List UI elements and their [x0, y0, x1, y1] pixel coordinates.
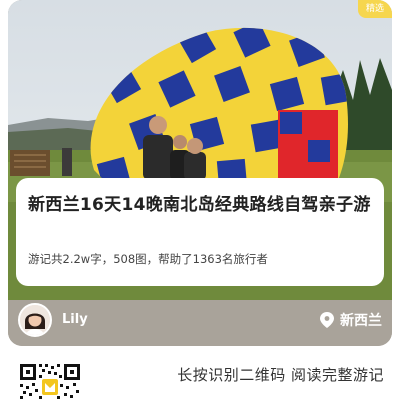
qr-code-icon[interactable]	[18, 362, 82, 400]
author-bar: Lily 新西兰	[8, 300, 392, 346]
location-tag[interactable]: 新西兰	[320, 310, 382, 330]
location-label: 新西兰	[340, 313, 382, 329]
share-poster: 精选 新西兰16天14晚南北岛经典路线自驾亲子游 游记共2.2w字，508图，帮…	[0, 0, 400, 400]
travelogue-stats: 游记共2.2w字，508图，帮助了1363名旅行者	[28, 252, 268, 266]
location-pin-icon	[320, 312, 334, 328]
travelogue-card[interactable]: 精选 新西兰16天14晚南北岛经典路线自驾亲子游 游记共2.2w字，508图，帮…	[8, 0, 392, 346]
corner-badge: 精选	[358, 0, 392, 18]
travelogue-info: 新西兰16天14晚南北岛经典路线自驾亲子游 游记共2.2w字，508图，帮助了1…	[16, 178, 384, 286]
travelogue-title: 新西兰16天14晚南北岛经典路线自驾亲子游	[28, 195, 371, 215]
avatar-woman-icon[interactable]	[18, 303, 52, 337]
author-name[interactable]: Lily	[62, 312, 88, 327]
footer: 长按识别二维码 阅读完整游记	[0, 352, 400, 400]
read-full-travelogue-prompt: 长按识别二维码 阅读完整游记	[177, 366, 384, 384]
